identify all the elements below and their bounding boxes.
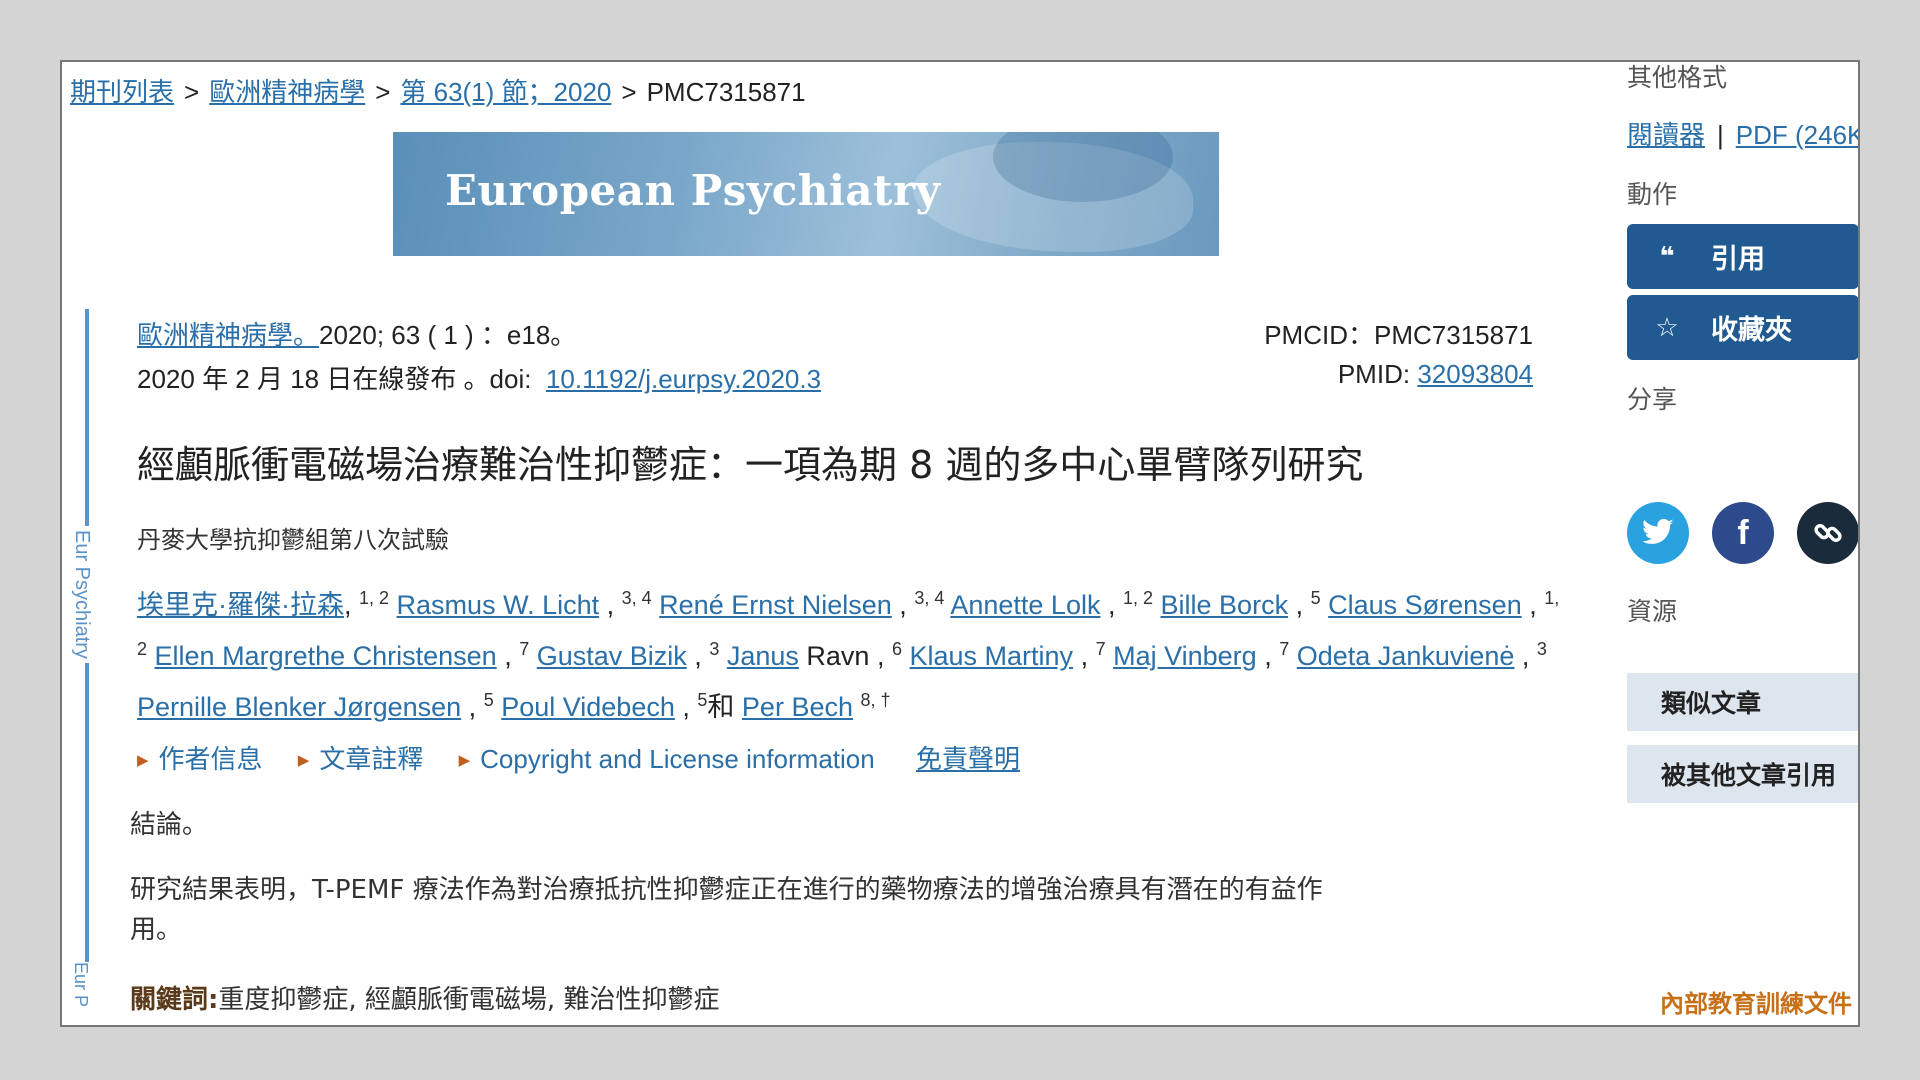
breadcrumb-separator: > [621, 77, 637, 107]
citation-volume: 2020; 63 ( 1 ) ：e18。 [319, 320, 577, 350]
author-link[interactable]: Claus Sørensen [1328, 590, 1522, 620]
permalink-share-button[interactable] [1797, 502, 1858, 564]
affiliation-ref[interactable]: 7 [1096, 639, 1106, 659]
author-link[interactable]: Maj Vinberg [1113, 641, 1257, 671]
affiliation-ref[interactable]: 1, [1544, 588, 1559, 608]
facebook-share-button[interactable]: f [1712, 502, 1774, 564]
conclusion-text: 研究結果表明，T-PEMF 療法作為對治療抵抗性抑鬱症正在進行的藥物療法的增強治… [130, 875, 1323, 945]
favorites-button-label: 收藏夾 [1711, 315, 1792, 345]
watermark-text: 內部教育訓練文件 [1660, 989, 1852, 1018]
favorites-button[interactable]: ☆ 收藏夾 [1627, 295, 1858, 360]
citation-journal-link[interactable]: 歐洲精神病學。 [137, 320, 319, 350]
article-title: 經顱脈衝電磁場治療難治性抑鬱症：一項為期 8 週的多中心單臂隊列研究 [137, 443, 1364, 487]
twitter-share-button[interactable] [1627, 502, 1689, 564]
author-link[interactable]: 埃里克·羅傑·拉森 [137, 590, 344, 620]
share-heading: 分享 [1627, 386, 1678, 414]
breadcrumb-journal-list[interactable]: 期刊列表 [70, 77, 174, 107]
breadcrumb-current: PMC7315871 [646, 77, 806, 107]
affiliation-ref[interactable]: 3 [709, 639, 719, 659]
affiliation-ref[interactable]: 5 [484, 690, 494, 710]
journal-side-label: Eur Psychiatry [70, 526, 93, 663]
affiliation-ref[interactable]: 5 [697, 690, 707, 710]
author-link[interactable]: Annette Lolk [950, 590, 1100, 620]
keywords-value: 重度抑鬱症, 經顱脈衝電磁場, 難治性抑鬱症 [218, 985, 720, 1015]
pmcid: PMCID：PMC7315871 [1264, 320, 1533, 350]
affiliation-ref[interactable]: 3 [1537, 639, 1547, 659]
author-line: 2 Ellen Margrethe Christensen , 7 Gustav… [137, 639, 1547, 671]
journal-side-label-short: Eur P [70, 962, 91, 1008]
pdf-link[interactable]: PDF (246K) [1736, 120, 1858, 150]
citation-line: 歐洲精神病學。2020; 63 ( 1 ) ：e18。 [137, 315, 576, 352]
citation-published: 2020 年 2 月 18 日在線發布 。doi: [137, 364, 532, 394]
affiliation-ref[interactable]: 1, 2 [1123, 588, 1153, 608]
affiliation-ref[interactable]: 3, 4 [622, 588, 652, 608]
affiliation-ref[interactable]: 6 [892, 639, 902, 659]
breadcrumb-separator: > [184, 77, 200, 107]
author-link[interactable]: Klaus Martiny [910, 641, 1074, 671]
similar-articles-button[interactable]: 類似文章 [1627, 673, 1858, 731]
reader-link[interactable]: 閱讀器 [1627, 120, 1705, 150]
conclusion-heading: 結論。 [130, 810, 209, 840]
link-icon [1814, 524, 1842, 542]
copyright-toggle[interactable]: Copyright and License information [480, 744, 875, 774]
author-link[interactable]: Pernille Blenker Jørgensen [137, 692, 461, 722]
affiliation-ref[interactable]: 2 [137, 639, 147, 659]
affiliation-ref[interactable]: 7 [519, 639, 529, 659]
author-link[interactable]: Poul Videbech [501, 692, 675, 722]
cite-button-label: 引用 [1711, 244, 1765, 274]
keywords-label: 關鍵詞: [130, 985, 219, 1015]
breadcrumb-separator: > [375, 77, 391, 107]
doi-link[interactable]: 10.1192/j.eurpsy.2020.3 [546, 364, 821, 394]
study-group: 丹麥大學抗抑鬱組第八次試驗 [137, 527, 449, 554]
author-link[interactable]: Gustav Bizik [537, 641, 687, 671]
author-link[interactable]: Bille Borck [1161, 590, 1289, 620]
author-info-toggle[interactable]: 作者信息 [159, 744, 263, 774]
star-icon: ☆ [1655, 312, 1679, 342]
author-link[interactable]: Odeta Jankuvienė [1297, 641, 1515, 671]
banner-title: European Psychiatry [445, 166, 941, 215]
author-line: Pernille Blenker Jørgensen , 5 Poul Vide… [137, 690, 891, 722]
pmid-link[interactable]: 32093804 [1417, 359, 1533, 389]
other-formats-heading: 其他格式 [1627, 64, 1728, 92]
expand-triangle-icon: ▶ [137, 752, 149, 769]
expand-triangle-icon: ▶ [297, 752, 310, 769]
affiliation-ref[interactable]: 3, 4 [914, 588, 944, 608]
affiliation-ref[interactable]: 7 [1279, 639, 1289, 659]
twitter-icon [1642, 518, 1674, 544]
author-link[interactable]: Rasmus W. Licht [397, 590, 600, 620]
author-link[interactable]: Per Bech [742, 692, 853, 722]
cite-button[interactable]: ❝ 引用 [1627, 224, 1858, 289]
journal-banner[interactable]: European Psychiatry [393, 132, 1219, 256]
expand-triangle-icon: ▶ [458, 752, 471, 769]
author-name-rest: Ravn [806, 641, 870, 671]
resources-heading: 資源 [1627, 598, 1678, 626]
author-line: 埃里克·羅傑·拉森, 1, 2 Rasmus W. Licht , 3, 4 R… [137, 588, 1560, 620]
pmid-label: PMID: [1337, 359, 1411, 389]
right-sidebar: 其他格式 閱讀器 | PDF (246K) 動作 ❝ 引用 ☆ 收藏夾 分享 f [1627, 62, 1858, 1025]
affiliation-ref[interactable]: 5 [1311, 588, 1321, 608]
author-link[interactable]: René Ernst Nielsen [659, 590, 892, 620]
actions-heading: 動作 [1627, 181, 1678, 209]
pmid-line: PMID: 32093804 [1338, 359, 1533, 390]
author-link[interactable]: Ellen Margrethe Christensen [155, 641, 497, 671]
citation-published-line: 2020 年 2 月 18 日在線發布 。doi: 10.1192/j.eurp… [137, 359, 821, 396]
format-links: 閱讀器 | PDF (246K) [1627, 115, 1858, 152]
facebook-icon: f [1737, 513, 1749, 552]
affiliation-ref[interactable]: 1, 2 [359, 588, 389, 608]
and-word: 和 [707, 692, 735, 722]
disclaimer-link[interactable]: 免責聲明 [916, 744, 1020, 774]
breadcrumb: 期刊列表 > 歐洲精神病學 > 第 63(1) 節；2020 > PMC7315871 [70, 72, 806, 109]
article-notes-toggle[interactable]: 文章註釋 [319, 744, 423, 774]
author-list: 埃里克·羅傑·拉森, 1, 2 Rasmus W. Licht , 3, 4 R… [137, 576, 1637, 729]
affiliation-ref[interactable]: 8, † [861, 690, 891, 710]
keywords-line: 關鍵詞:重度抑鬱症, 經顱脈衝電磁場, 難治性抑鬱症 [130, 979, 719, 1016]
cited-by-button[interactable]: 被其他文章引用 [1627, 745, 1858, 803]
breadcrumb-issue[interactable]: 第 63(1) 節；2020 [400, 77, 611, 107]
format-divider: | [1717, 120, 1724, 150]
author-link[interactable]: Janus [727, 641, 799, 671]
breadcrumb-journal[interactable]: 歐洲精神病學 [209, 77, 365, 107]
article-info-links: ▶ 作者信息 ▶ 文章註釋 ▶ Copyright and License infor… [137, 739, 1020, 776]
quote-icon: ❝ [1659, 241, 1675, 271]
page-frame: 期刊列表 > 歐洲精神病學 > 第 63(1) 節；2020 > PMC7315871 Eu… [60, 60, 1860, 1027]
